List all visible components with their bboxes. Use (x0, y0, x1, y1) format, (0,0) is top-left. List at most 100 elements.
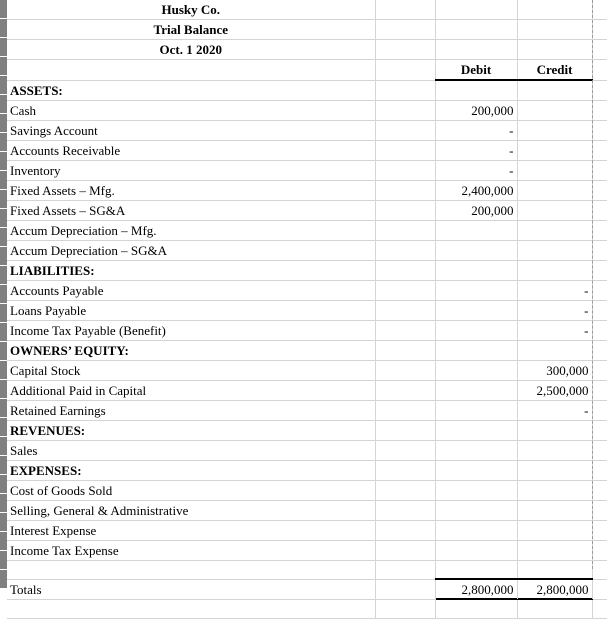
row-debit[interactable]: - (435, 140, 518, 161)
row-spacer[interactable] (375, 360, 436, 381)
row-header-cell[interactable] (0, 76, 7, 95)
row-spacer[interactable] (375, 520, 436, 541)
row-header-cell[interactable] (0, 266, 7, 285)
empty-cell[interactable] (435, 39, 518, 60)
row-header-cell[interactable] (0, 247, 7, 266)
row-credit[interactable] (517, 420, 593, 441)
row-spacer[interactable] (375, 540, 436, 561)
row-debit[interactable] (435, 440, 518, 461)
row-header-cell[interactable] (0, 304, 7, 323)
empty-cell[interactable] (592, 440, 607, 461)
row-credit[interactable] (517, 120, 593, 141)
empty-cell[interactable] (592, 480, 607, 501)
totals-credit[interactable]: 2,800,000 (517, 578, 593, 600)
row-debit[interactable] (435, 220, 518, 241)
row-label[interactable]: Cost of Goods Sold (7, 480, 376, 501)
row-credit[interactable] (517, 440, 593, 461)
row-header-cell[interactable] (0, 0, 7, 19)
row-credit[interactable] (517, 520, 593, 541)
row-spacer[interactable] (375, 120, 436, 141)
row-spacer[interactable] (375, 340, 436, 361)
row-debit[interactable] (435, 340, 518, 361)
row-label[interactable]: Loans Payable (7, 300, 376, 321)
row-credit[interactable]: - (517, 320, 593, 341)
row-header-cell[interactable] (0, 323, 7, 342)
row-debit[interactable] (435, 540, 518, 561)
row-credit[interactable] (517, 560, 593, 580)
row-credit[interactable] (517, 460, 593, 481)
row-label[interactable]: Interest Expense (7, 520, 376, 541)
row-header-cell[interactable] (0, 475, 7, 494)
row-debit[interactable] (435, 280, 518, 301)
empty-cell[interactable] (517, 39, 593, 60)
empty-cell[interactable] (592, 220, 607, 241)
row-credit[interactable] (517, 540, 593, 561)
empty-cell[interactable] (592, 140, 607, 161)
row-spacer[interactable] (375, 100, 436, 121)
row-credit[interactable] (517, 140, 593, 161)
row-label[interactable]: Selling, General & Administrative (7, 500, 376, 521)
row-label[interactable] (7, 560, 376, 580)
row-label[interactable]: Inventory (7, 160, 376, 181)
empty-cell[interactable] (592, 360, 607, 381)
row-header-cell[interactable] (0, 437, 7, 456)
row-header-cell[interactable] (0, 399, 7, 418)
row-debit[interactable] (435, 240, 518, 261)
row-spacer[interactable] (375, 320, 436, 341)
empty-cell[interactable] (592, 180, 607, 201)
row-label[interactable]: Cash (7, 100, 376, 121)
row-spacer[interactable] (375, 400, 436, 421)
empty-cell[interactable] (592, 59, 607, 81)
row-spacer[interactable] (375, 220, 436, 241)
row-debit[interactable] (435, 260, 518, 281)
empty-cell[interactable] (592, 320, 607, 341)
row-debit[interactable] (435, 520, 518, 541)
row-label[interactable]: Savings Account (7, 120, 376, 141)
row-header-cell[interactable] (0, 57, 7, 76)
row-label[interactable]: Accum Depreciation – Mfg. (7, 220, 376, 241)
row-header-cell[interactable] (0, 209, 7, 228)
empty-cell[interactable] (592, 280, 607, 301)
row-spacer[interactable] (375, 420, 436, 441)
row-label[interactable]: Retained Earnings (7, 400, 376, 421)
row-debit[interactable] (435, 320, 518, 341)
row-header-cell[interactable] (0, 152, 7, 171)
row-spacer[interactable] (375, 460, 436, 481)
totals-label[interactable]: Totals (7, 579, 376, 600)
totals-debit[interactable]: 2,800,000 (435, 578, 518, 600)
row-debit[interactable] (435, 599, 518, 619)
row-label[interactable]: EXPENSES: (7, 460, 376, 481)
row-credit[interactable] (517, 100, 593, 121)
row-header-cell[interactable] (0, 513, 7, 532)
row-spacer[interactable] (375, 160, 436, 181)
row-debit[interactable] (435, 480, 518, 501)
empty-cell[interactable] (592, 420, 607, 441)
empty-cell[interactable] (592, 560, 607, 580)
row-spacer[interactable] (375, 560, 436, 580)
empty-cell[interactable] (592, 540, 607, 561)
row-credit[interactable] (517, 599, 593, 619)
row-spacer[interactable] (375, 80, 436, 101)
empty-cell[interactable] (517, 19, 593, 40)
row-header-cell[interactable] (0, 95, 7, 114)
row-spacer[interactable] (375, 140, 436, 161)
empty-cell[interactable] (592, 599, 607, 619)
row-credit[interactable]: 2,500,000 (517, 380, 593, 401)
row-credit[interactable] (517, 220, 593, 241)
row-debit[interactable] (435, 380, 518, 401)
empty-cell[interactable] (375, 39, 436, 60)
row-debit[interactable] (435, 360, 518, 381)
row-header-cell[interactable] (0, 133, 7, 152)
row-spacer[interactable] (375, 480, 436, 501)
empty-cell[interactable] (592, 579, 607, 600)
row-header-cell[interactable] (0, 190, 7, 209)
empty-cell[interactable] (592, 100, 607, 121)
row-credit[interactable]: - (517, 300, 593, 321)
row-label[interactable]: Capital Stock (7, 360, 376, 381)
row-header-cell[interactable] (0, 380, 7, 399)
empty-cell[interactable] (592, 240, 607, 261)
empty-cell[interactable] (592, 260, 607, 281)
empty-cell[interactable] (592, 19, 607, 40)
row-label[interactable]: ASSETS: (7, 80, 376, 101)
row-credit[interactable] (517, 240, 593, 261)
